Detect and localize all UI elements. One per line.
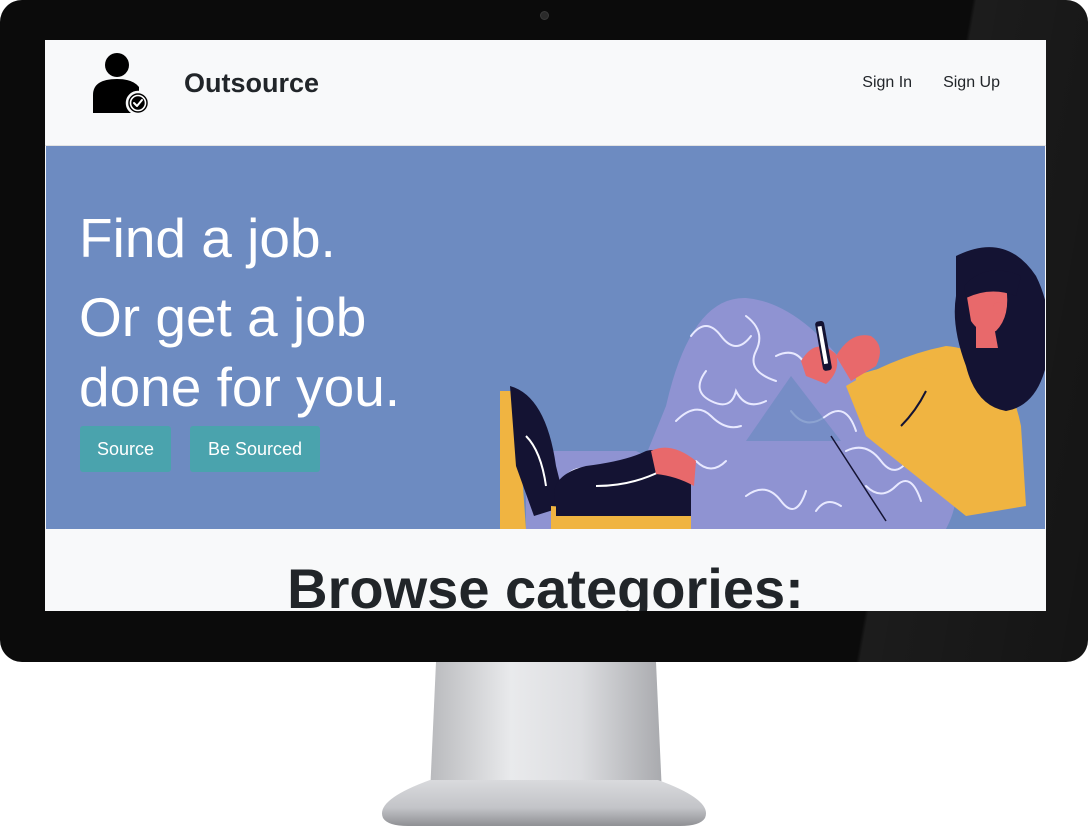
monitor-mockup: Outsource Sign In Sign Up Find a job. Or…: [0, 0, 1088, 829]
camera-icon: [540, 11, 549, 20]
hero-illustration: [500, 247, 1045, 529]
brand-name[interactable]: Outsource: [184, 68, 319, 99]
hero-headline-line-3: done for you.: [79, 356, 401, 418]
user-check-icon[interactable]: [89, 51, 155, 117]
browser-screen: Outsource Sign In Sign Up Find a job. Or…: [45, 40, 1046, 611]
nav-links: Sign In Sign Up: [862, 74, 1000, 92]
hero-section: Find a job. Or get a job done for you. S…: [46, 146, 1045, 529]
hero-headline-line-2: Or get a job: [79, 286, 367, 348]
sign-up-link[interactable]: Sign Up: [943, 74, 1000, 92]
source-button[interactable]: Source: [80, 426, 171, 472]
monitor-stand-neck: [430, 662, 662, 794]
navbar: Outsource Sign In Sign Up: [45, 40, 1046, 146]
browse-categories-title: Browse categories:: [287, 557, 804, 611]
be-sourced-button[interactable]: Be Sourced: [190, 426, 320, 472]
hero-headline-line-1: Find a job.: [79, 207, 336, 269]
sign-in-link[interactable]: Sign In: [862, 74, 912, 92]
monitor-stand-foot: [381, 780, 707, 826]
